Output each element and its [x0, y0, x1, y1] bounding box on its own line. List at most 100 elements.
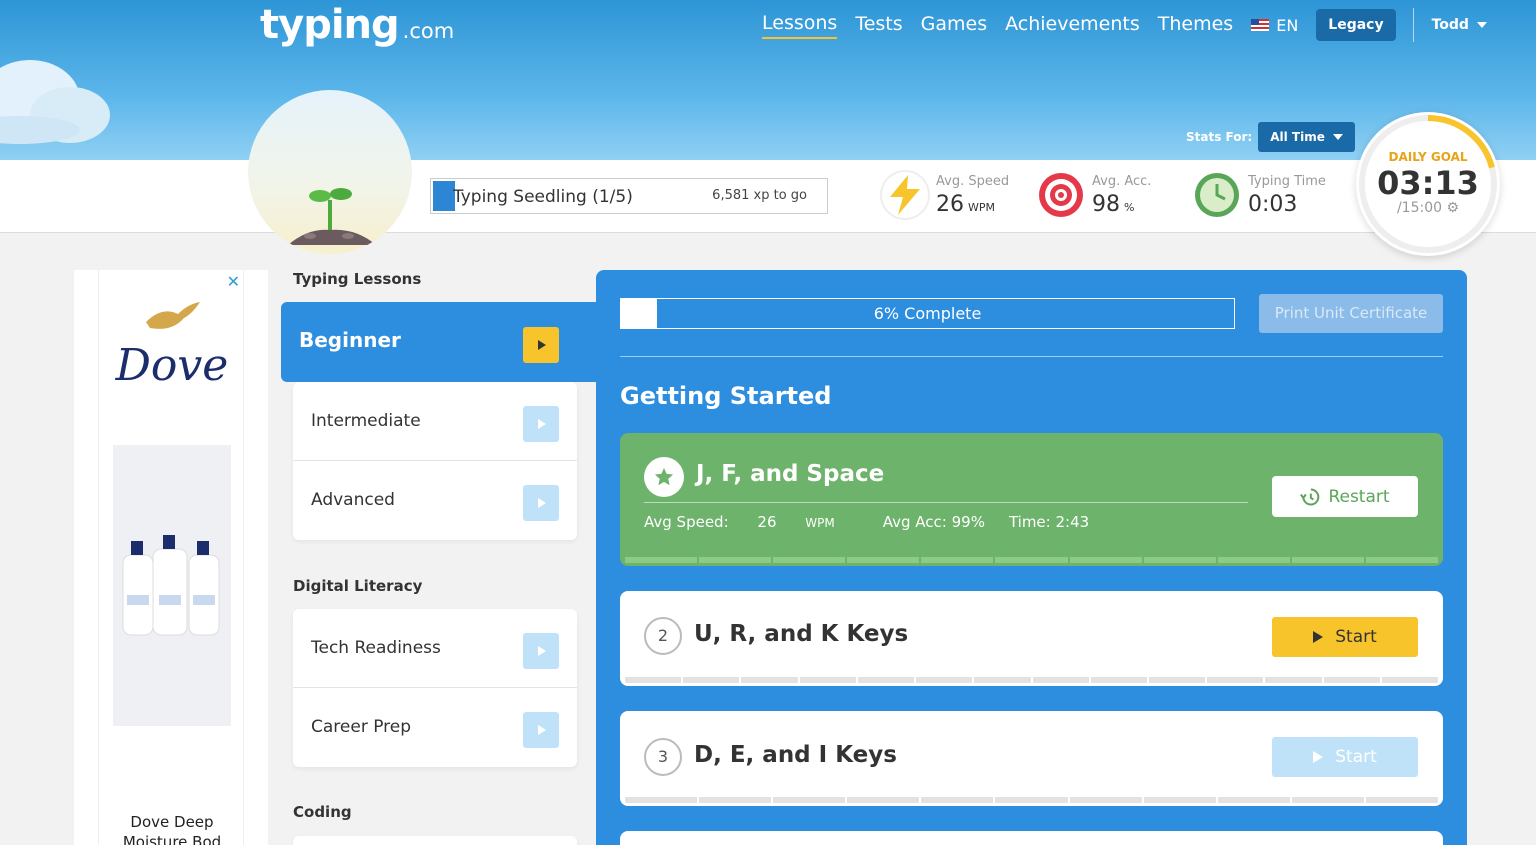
star-icon	[644, 457, 684, 497]
nav-themes[interactable]: Themes	[1158, 13, 1233, 38]
lesson-stats: Avg Speed: 26 WPM Avg Acc: 99% Time: 2:4…	[644, 513, 1113, 531]
lesson-number: 3	[644, 738, 682, 776]
sidebar-item-career-prep[interactable]: Career Prep	[293, 688, 577, 767]
stat-speed-unit: WPM	[968, 200, 996, 214]
restart-label: Restart	[1328, 486, 1390, 507]
ad-product-image	[113, 445, 231, 726]
play-icon	[1313, 751, 1324, 763]
stat-accuracy-unit: %	[1124, 200, 1135, 214]
lesson-name: U, R, and K Keys	[694, 621, 909, 647]
level-name: Typing Seedling (1/5)	[453, 187, 633, 207]
nav-tests[interactable]: Tests	[855, 13, 902, 38]
play-icon[interactable]	[523, 327, 559, 363]
sidebar-item-beginner[interactable]: Beginner	[281, 302, 597, 382]
user-name: Todd	[1431, 17, 1469, 33]
stats-period-dropdown[interactable]: All Time	[1258, 122, 1355, 152]
unit-progress-text: 6% Complete	[873, 304, 982, 323]
lesson-progress-segments	[624, 557, 1439, 563]
typing-lessons-title: Typing Lessons	[293, 270, 422, 288]
divider	[620, 356, 1443, 357]
coding-title: Coding	[293, 803, 352, 821]
logo-main: typing	[260, 2, 400, 48]
lesson-avg-speed-unit: WPM	[805, 516, 835, 530]
ad-caption: Dove Deep Moisture Bod	[122, 813, 222, 845]
daily-goal-label: DAILY GOAL	[1388, 150, 1468, 164]
sidebar-item-advanced[interactable]: Advanced	[293, 461, 577, 540]
lesson-card[interactable]: 2 U, R, and K Keys Start	[620, 591, 1443, 686]
stat-time-value: 0:03	[1248, 191, 1298, 217]
start-label: Start	[1335, 627, 1377, 647]
lesson-avg-speed-label: Avg Speed:	[644, 513, 729, 531]
sidebar-item-label: Intermediate	[311, 411, 421, 431]
dove-bird-logo	[146, 302, 200, 329]
start-button[interactable]: Start	[1272, 617, 1418, 657]
typing-lessons-card: Intermediate Advanced	[293, 382, 577, 540]
stats-filter: Stats For: All Time	[1186, 122, 1355, 152]
logo[interactable]: typing .com	[260, 2, 454, 48]
lesson-progress-segments	[624, 677, 1439, 683]
start-label: Start	[1335, 747, 1377, 767]
nav-games[interactable]: Games	[921, 13, 987, 38]
logo-suffix: .com	[402, 19, 455, 43]
daily-goal-time: 03:13	[1377, 164, 1479, 202]
stat-accuracy-value: 98	[1092, 191, 1120, 217]
sidebar-item-label: Beginner	[299, 328, 401, 352]
lesson-name: D, E, and I Keys	[694, 742, 897, 768]
restart-icon	[1300, 488, 1320, 505]
ad-brand: Dove	[115, 340, 229, 391]
lightning-icon	[880, 170, 930, 220]
language-label: EN	[1276, 15, 1299, 35]
nav-achievements[interactable]: Achievements	[1005, 13, 1140, 38]
stat-speed-label: Avg. Speed	[936, 173, 1010, 189]
play-icon[interactable]	[523, 485, 559, 521]
advertisement[interactable]: Dove Dove Deep Moisture Bod ✕	[74, 270, 268, 845]
play-icon[interactable]	[523, 406, 559, 442]
stat-typing-time: Typing Time 0:03	[1192, 170, 1326, 220]
user-menu[interactable]: Todd	[1432, 17, 1487, 33]
lesson-avg-accuracy: Avg Acc: 99%	[882, 513, 985, 531]
sidebar-item-label: Tech Readiness	[311, 638, 441, 658]
sidebar-item-label: Advanced	[311, 490, 395, 510]
divider	[644, 502, 1248, 503]
nav-lessons[interactable]: Lessons	[762, 12, 838, 39]
level-xp-remaining: 6,581 xp to go	[712, 188, 807, 203]
lesson-name: J, F, and Space	[696, 461, 885, 487]
restart-button[interactable]: Restart	[1272, 476, 1418, 517]
avatar[interactable]	[248, 90, 412, 254]
close-icon[interactable]: ✕	[227, 272, 240, 291]
play-icon	[1313, 631, 1324, 643]
us-flag-icon	[1251, 19, 1270, 31]
main-nav: Lessons Tests Games Achievements Themes …	[762, 8, 1487, 42]
lesson-avg-speed-value: 26	[757, 513, 777, 531]
unit-title: Getting Started	[620, 382, 832, 410]
nav-divider	[1412, 8, 1414, 42]
stats-filter-label: Stats For:	[1186, 130, 1253, 144]
level-progress: Typing Seedling (1/5) 6,581 xp to go	[430, 178, 828, 214]
unit-progress-bar: 6% Complete	[620, 298, 1235, 329]
lesson-card[interactable]	[620, 831, 1443, 845]
language-selector[interactable]: EN	[1251, 16, 1298, 35]
sidebar-item-label: Career Prep	[311, 717, 412, 737]
clock-icon	[1192, 170, 1242, 220]
coding-card	[293, 836, 577, 845]
sidebar-item-tech-readiness[interactable]: Tech Readiness	[293, 609, 577, 688]
daily-goal-total: /15:00	[1396, 200, 1443, 216]
daily-goal[interactable]: DAILY GOAL 03:13 /15:00 ⚙	[1356, 112, 1500, 256]
chevron-down-icon	[1476, 22, 1487, 28]
legacy-button[interactable]: Legacy	[1316, 9, 1396, 41]
lesson-number: 2	[644, 617, 682, 655]
start-button[interactable]: Start	[1272, 737, 1418, 777]
sidebar-item-intermediate[interactable]: Intermediate	[293, 382, 577, 461]
play-icon[interactable]	[523, 633, 559, 669]
play-icon[interactable]	[523, 712, 559, 748]
gear-icon[interactable]: ⚙	[1446, 200, 1459, 216]
stat-avg-accuracy: Avg. Acc. 98%	[1036, 170, 1151, 220]
target-icon	[1036, 170, 1086, 220]
lesson-card[interactable]: 3 D, E, and I Keys Start	[620, 711, 1443, 806]
digital-literacy-card: Tech Readiness Career Prep	[293, 609, 577, 767]
lesson-card-completed[interactable]: J, F, and Space Avg Speed: 26 WPM Avg Ac…	[620, 433, 1443, 566]
stat-time-label: Typing Time	[1248, 173, 1326, 189]
lesson-panel: 6% Complete Print Unit Certificate Getti…	[596, 270, 1467, 845]
print-certificate-button[interactable]: Print Unit Certificate	[1259, 294, 1443, 333]
cloud-illustration	[0, 60, 110, 144]
